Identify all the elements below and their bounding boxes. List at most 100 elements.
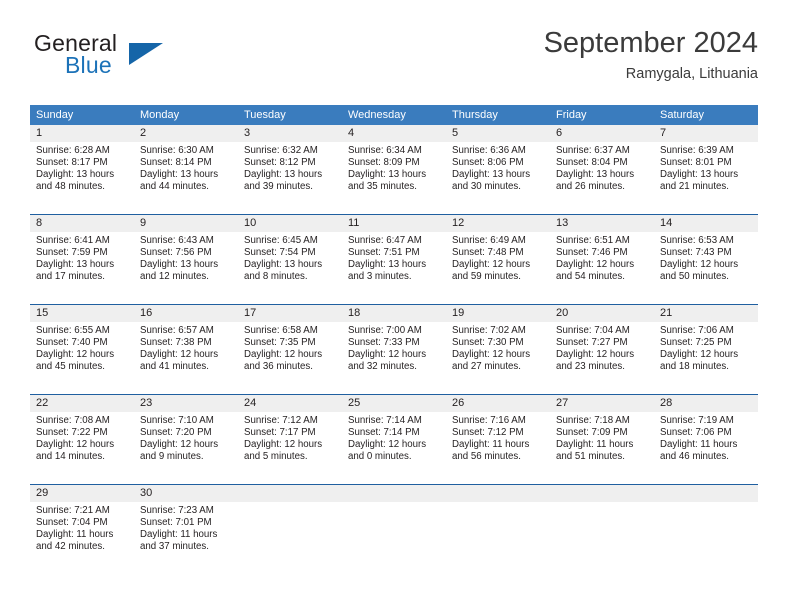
calendar-day-cell[interactable]: 11 Sunrise: 6:47 AM Sunset: 7:51 PM Dayligh… [342,215,446,295]
calendar-day-cell[interactable]: 21 Sunrise: 7:06 AM Sunset: 7:25 PM Dayligh… [654,305,758,385]
day-number: 8 [30,215,134,232]
calendar-day-cell[interactable]: 25 Sunrise: 7:14 AM Sunset: 7:14 PM Dayligh… [342,395,446,475]
calendar-day-cell[interactable]: 6 Sunrise: 6:37 AM Sunset: 8:04 PM Daylight… [550,125,654,205]
triangle-icon [129,43,163,65]
calendar-day-cell[interactable]: 20 Sunrise: 7:04 AM Sunset: 7:27 PM Dayligh… [550,305,654,385]
day-sunset-text: Sunset: 7:30 PM [452,337,524,349]
day-sunrise-text: Sunrise: 7:00 AM [348,325,422,336]
calendar-day-cell[interactable]: 26 Sunrise: 7:16 AM Sunset: 7:12 PM Dayligh… [446,395,550,475]
calendar-day-cell[interactable]: 13 Sunrise: 6:51 AM Sunset: 7:46 PM Dayligh… [550,215,654,295]
day-sunrise-text: Sunrise: 6:34 AM [348,145,422,156]
day-number: 9 [134,215,238,232]
day-sunset-text: Sunset: 7:14 PM [348,427,420,439]
calendar-day-cell[interactable]: 14 Sunrise: 6:53 AM Sunset: 7:43 PM Dayligh… [654,215,758,295]
calendar-day-cell[interactable]: 3 Sunrise: 6:32 AM Sunset: 8:12 PM Daylight… [238,125,342,205]
day-daylight1-text: Daylight: 12 hours [140,349,219,361]
calendar-day-cell[interactable]: 29 Sunrise: 7:21 AM Sunset: 7:04 PM Dayligh… [30,485,134,565]
day-number: 11 [342,215,446,232]
calendar-week-row: 1 Sunrise: 6:28 AM Sunset: 8:17 PM Daylight… [30,125,758,205]
calendar-day-cell[interactable]: 5 Sunrise: 6:36 AM Sunset: 8:06 PM Daylight… [446,125,550,205]
day-sun-info: Sunrise: 6:43 AM Sunset: 7:56 PM Daylight:… [134,232,238,283]
day-sun-info: Sunrise: 6:41 AM Sunset: 7:59 PM Daylight:… [30,232,134,283]
day-daylight1-text: Daylight: 13 hours [244,169,323,181]
day-sun-info: Sunrise: 7:02 AM Sunset: 7:30 PM Daylight:… [446,322,550,373]
day-number: 24 [238,395,342,412]
day-daylight1-text: Daylight: 11 hours [140,529,218,541]
weekday-header-thursday: Thursday [452,109,498,121]
day-sun-info: Sunrise: 6:47 AM Sunset: 7:51 PM Daylight:… [342,232,446,283]
calendar-day-cell[interactable]: 9 Sunrise: 6:43 AM Sunset: 7:56 PM Daylight… [134,215,238,295]
calendar-day-cell[interactable]: 7 Sunrise: 6:39 AM Sunset: 8:01 PM Daylight… [654,125,758,205]
calendar-week-row: 15 Sunrise: 6:55 AM Sunset: 7:40 PM Dayligh… [30,304,758,385]
calendar-day-cell[interactable]: 2 Sunrise: 6:30 AM Sunset: 8:14 PM Daylight… [134,125,238,205]
day-daylight1-text: Daylight: 12 hours [452,259,531,271]
day-sunset-text: Sunset: 8:09 PM [348,157,420,169]
day-sun-info: Sunrise: 6:32 AM Sunset: 8:12 PM Daylight:… [238,142,342,193]
day-daylight1-text: Daylight: 13 hours [348,169,427,181]
day-daylight1-text: Daylight: 12 hours [348,439,427,451]
day-daylight1-text: Daylight: 12 hours [660,349,739,361]
weekday-header-row: Sunday Monday Tuesday Wednesday Thursday… [30,105,758,125]
weekday-header-monday: Monday [140,109,180,121]
calendar-day-cell[interactable]: 15 Sunrise: 6:55 AM Sunset: 7:40 PM Dayligh… [30,305,134,385]
day-daylight1-text: Daylight: 12 hours [244,349,323,361]
day-daylight2-text: and 26 minutes. [556,181,625,193]
calendar-day-cell[interactable]: 8 Sunrise: 6:41 AM Sunset: 7:59 PM Daylight… [30,215,134,295]
day-number [446,485,550,502]
day-sunset-text: Sunset: 7:22 PM [36,427,108,439]
calendar-day-cell[interactable]: 17 Sunrise: 6:58 AM Sunset: 7:35 PM Dayligh… [238,305,342,385]
day-daylight2-text: and 36 minutes. [244,361,313,373]
day-daylight1-text: Daylight: 13 hours [244,259,323,271]
day-sunset-text: Sunset: 7:33 PM [348,337,420,349]
calendar-day-cell[interactable]: 28 Sunrise: 7:19 AM Sunset: 7:06 PM Dayligh… [654,395,758,475]
day-sunrise-text: Sunrise: 7:06 AM [660,325,734,336]
calendar-day-cell[interactable]: 18 Sunrise: 7:00 AM Sunset: 7:33 PM Dayligh… [342,305,446,385]
day-sun-info: Sunrise: 6:34 AM Sunset: 8:09 PM Daylight:… [342,142,446,193]
day-daylight1-text: Daylight: 13 hours [140,259,219,271]
calendar-day-cell[interactable]: 12 Sunrise: 6:49 AM Sunset: 7:48 PM Dayligh… [446,215,550,295]
day-sunset-text: Sunset: 7:43 PM [660,247,732,259]
calendar-day-cell-empty [446,485,550,565]
day-sun-info: Sunrise: 6:57 AM Sunset: 7:38 PM Daylight:… [134,322,238,373]
day-daylight2-text: and 51 minutes. [556,451,625,463]
title-block: September 2024 Ramygala, Lithuania [544,26,758,84]
day-sunrise-text: Sunrise: 7:12 AM [244,415,318,426]
day-number: 27 [550,395,654,412]
calendar-day-cell[interactable]: 1 Sunrise: 6:28 AM Sunset: 8:17 PM Daylight… [30,125,134,205]
calendar-day-cell-empty [654,485,758,565]
day-number: 20 [550,305,654,322]
day-number: 21 [654,305,758,322]
calendar-day-cell[interactable]: 22 Sunrise: 7:08 AM Sunset: 7:22 PM Dayligh… [30,395,134,475]
day-daylight2-text: and 46 minutes. [660,451,729,463]
day-number: 15 [30,305,134,322]
calendar-day-cell[interactable]: 4 Sunrise: 6:34 AM Sunset: 8:09 PM Daylight… [342,125,446,205]
calendar-day-cell[interactable]: 27 Sunrise: 7:18 AM Sunset: 7:09 PM Dayligh… [550,395,654,475]
day-sunrise-text: Sunrise: 7:16 AM [452,415,526,426]
day-daylight2-text: and 12 minutes. [140,271,209,283]
calendar-day-cell[interactable]: 24 Sunrise: 7:12 AM Sunset: 7:17 PM Dayligh… [238,395,342,475]
day-daylight2-text: and 44 minutes. [140,181,209,193]
day-sun-info: Sunrise: 6:36 AM Sunset: 8:06 PM Daylight:… [446,142,550,193]
calendar-day-cell[interactable]: 10 Sunrise: 6:45 AM Sunset: 7:54 PM Dayligh… [238,215,342,295]
day-sun-info: Sunrise: 7:12 AM Sunset: 7:17 PM Daylight:… [238,412,342,463]
calendar-day-cell-empty [342,485,446,565]
day-sunset-text: Sunset: 7:12 PM [452,427,524,439]
page-header: General Blue September 2024 Ramygala, Li… [34,26,758,96]
day-sunrise-text: Sunrise: 7:23 AM [140,505,214,516]
day-daylight1-text: Daylight: 12 hours [556,349,635,361]
calendar-day-cell[interactable]: 19 Sunrise: 7:02 AM Sunset: 7:30 PM Dayligh… [446,305,550,385]
calendar-week-row: 8 Sunrise: 6:41 AM Sunset: 7:59 PM Daylight… [30,214,758,295]
calendar-day-cell[interactable]: 23 Sunrise: 7:10 AM Sunset: 7:20 PM Dayligh… [134,395,238,475]
calendar-day-cell[interactable]: 16 Sunrise: 6:57 AM Sunset: 7:38 PM Dayligh… [134,305,238,385]
day-sunset-text: Sunset: 7:09 PM [556,427,628,439]
general-blue-logo[interactable]: General Blue [34,30,254,86]
day-sun-info: Sunrise: 6:30 AM Sunset: 8:14 PM Daylight:… [134,142,238,193]
calendar-day-cell[interactable]: 30 Sunrise: 7:23 AM Sunset: 7:01 PM Dayligh… [134,485,238,565]
day-daylight1-text: Daylight: 13 hours [140,169,219,181]
day-daylight2-text: and 5 minutes. [244,451,308,463]
logo-text-blue: Blue [65,52,112,78]
day-sunrise-text: Sunrise: 6:36 AM [452,145,526,156]
day-number: 25 [342,395,446,412]
day-sunset-text: Sunset: 7:48 PM [452,247,524,259]
day-daylight1-text: Daylight: 12 hours [348,349,427,361]
